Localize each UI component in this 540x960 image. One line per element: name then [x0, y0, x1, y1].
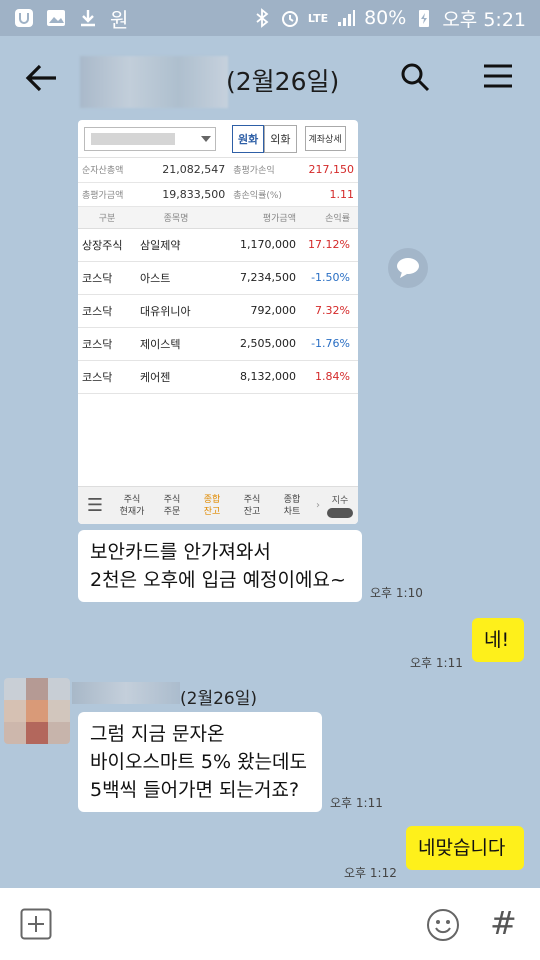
holdings-header: 구분 종목명 평가금액 손익률: [78, 206, 358, 229]
tab-stock-balance: 주식 잔고: [243, 494, 261, 517]
battery-charging-icon: [419, 10, 430, 27]
message-bubble-sent[interactable]: 네맞습니다: [406, 826, 524, 870]
chat-header: (2월26일): [0, 36, 540, 120]
menu-icon[interactable]: [484, 64, 512, 88]
app-glyph: 원: [110, 7, 129, 32]
image-bottom-tabs: ☰ 주식 현재가 주식 주문 종합 잔고 주식 잔고 종합 차트 › 지수: [78, 486, 358, 524]
plus-icon[interactable]: [20, 908, 52, 940]
sender-date: (2월26일): [180, 689, 257, 709]
holding-row: 코스닥 대유위니아 792,000 7.32%: [78, 295, 358, 328]
alarm-icon: [281, 11, 298, 27]
room-title-date: (2월26일): [226, 67, 340, 96]
summary-row: 총평가금액 19,833,500 총손익률(%) 1.11: [78, 182, 358, 207]
network-type: LTE: [307, 11, 329, 25]
message-bubble-received[interactable]: 보안카드를 안가져와서 2천은 오후에 입금 예정이에요~: [78, 530, 362, 602]
status-bar: 원 LTE 80% 오후 5:21: [0, 0, 540, 36]
hashtag-icon[interactable]: #: [490, 904, 517, 942]
toggle-switch: [327, 508, 353, 518]
image-header: 원화 외화 계좌상세: [78, 120, 358, 158]
room-name-redacted: [80, 56, 228, 108]
account-select: [84, 126, 216, 151]
holding-row: 코스닥 케어젠 8,132,000 1.84%: [78, 361, 358, 394]
message-time: 오후 1:10: [370, 586, 423, 600]
hamburger-icon: ☰: [86, 495, 104, 516]
shared-image[interactable]: 원화 외화 계좌상세 순자산총액 21,082,547 총평가손익 217,15…: [78, 120, 358, 524]
message-time: 오후 1:11: [330, 796, 383, 810]
summary-table: 순자산총액 21,082,547 총평가손익 217,150 총평가금액 19,…: [78, 158, 358, 207]
index-toggle: 지수: [324, 493, 356, 518]
sender-name-redacted: [72, 682, 180, 704]
holding-row: 상장주식 삼일제약 1,170,000 17.12%: [78, 229, 358, 262]
tab-stock-order: 주식 주문: [163, 494, 181, 517]
summary-row: 순자산총액 21,082,547 총평가손익 217,150: [78, 158, 358, 183]
share-speech-icon[interactable]: [388, 248, 428, 288]
emoji-icon[interactable]: [426, 908, 460, 942]
message-input-bar: #: [0, 888, 540, 960]
currency-toggle: 원화 외화: [232, 124, 297, 153]
message-bubble-sent[interactable]: 네!: [472, 618, 524, 662]
tab-krw: 원화: [232, 124, 265, 153]
tab-foreign: 외화: [264, 124, 297, 153]
signal-icon: [338, 10, 356, 26]
battery-percent: 80%: [364, 7, 407, 29]
chevron-down-icon: [201, 135, 211, 142]
app-notification-icon: [15, 9, 33, 27]
chevron-right-icon: ›: [316, 500, 320, 511]
clock: 오후 5:21: [442, 8, 526, 31]
avatar[interactable]: [4, 678, 70, 744]
search-icon[interactable]: [400, 62, 430, 92]
holding-row: 코스닥 제이스텍 2,505,000 -1.76%: [78, 328, 358, 361]
image-notification-icon: [47, 10, 65, 26]
account-detail-button: 계좌상세: [304, 126, 346, 151]
tab-total-balance: 종합 잔고: [203, 494, 221, 517]
back-arrow-icon[interactable]: [24, 62, 58, 94]
download-icon: [81, 10, 95, 27]
message-time: 오후 1:12: [344, 866, 397, 880]
tab-stock-price: 주식 현재가: [119, 494, 145, 517]
holding-row: 코스닥 아스트 7,234,500 -1.50%: [78, 262, 358, 295]
message-time: 오후 1:11: [410, 656, 463, 670]
bluetooth-icon: [256, 8, 269, 28]
message-bubble-received[interactable]: 그럼 지금 문자온 바이오스마트 5% 왔는데도 5백씩 들어가면 되는거죠?: [78, 712, 322, 812]
tab-total-chart: 종합 차트: [283, 494, 301, 517]
